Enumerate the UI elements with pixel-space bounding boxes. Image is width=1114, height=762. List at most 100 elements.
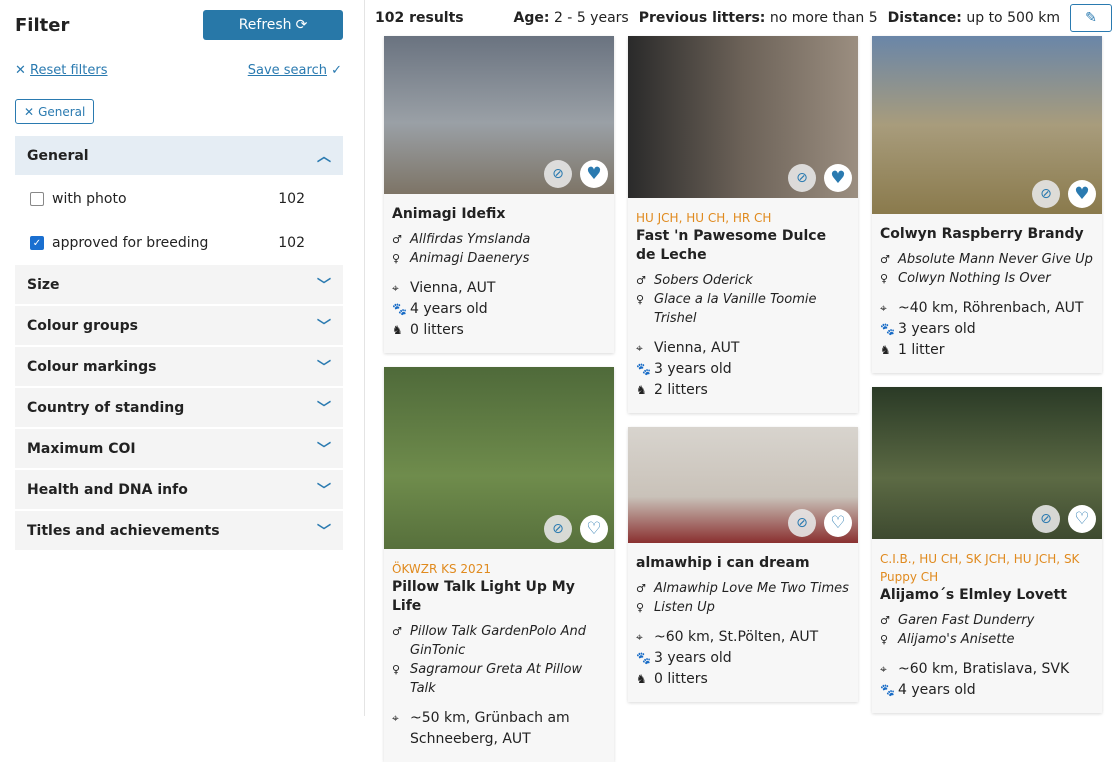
dog-card[interactable]: ⊘ ♡ ÖKWZR KS 2021 Pillow Talk Light Up My … xyxy=(384,367,614,762)
dam-icon: ♀ xyxy=(880,633,889,646)
hide-icon[interactable]: ⊘ xyxy=(544,160,572,188)
dog-card[interactable]: ⊘ ♥ Animagi Idefix ♂ Allfirdas Ymslanda ♀ A… xyxy=(384,36,614,353)
heart-outline-icon[interactable]: ♡ xyxy=(1068,505,1096,533)
option-count: 102 xyxy=(278,235,305,251)
chevron-down-icon: ﹀ xyxy=(317,318,331,335)
edit-criteria-button[interactable]: ✎ xyxy=(1070,4,1112,32)
filter-group-header[interactable]: Health and DNA info ﹀ xyxy=(15,470,343,509)
dog-name[interactable]: Animagi Idefix xyxy=(392,205,606,224)
dog-name[interactable]: Alijamo´s Elmley Lovett xyxy=(880,586,1094,605)
filter-title: Filter xyxy=(15,15,70,36)
location-pin-icon: ⌖ xyxy=(636,341,643,355)
paw-icon: 🐾 xyxy=(636,362,651,376)
group-label: Health and DNA info xyxy=(27,481,188,498)
criterion: Age: 2 - 5 years xyxy=(514,10,629,26)
hide-icon[interactable]: ⊘ xyxy=(1032,180,1060,208)
dog-name[interactable]: Fast 'n Pawesome Dulce de Leche xyxy=(636,227,850,265)
dog-photo[interactable]: ⊘ ♥ xyxy=(628,36,858,198)
dam-icon: ♀ xyxy=(392,252,401,265)
chevron-down-icon: ﹀ xyxy=(317,523,331,540)
active-filter-chip[interactable]: ✕ General xyxy=(15,99,95,124)
dam-name: Listen Up xyxy=(654,600,715,615)
criterion-key: Distance: xyxy=(887,10,962,26)
hide-icon[interactable]: ⊘ xyxy=(788,164,816,192)
paw-icon: 🐾 xyxy=(880,322,895,336)
criterion-value: up to 500 km xyxy=(966,10,1060,26)
save-search-link[interactable]: Save search ✓ xyxy=(248,63,342,78)
filter-group-header[interactable]: General ︿ xyxy=(15,136,343,175)
dog-photo[interactable]: ⊘ ♥ xyxy=(872,36,1102,214)
filter-group-header[interactable]: Country of standing ﹀ xyxy=(15,388,343,427)
paw-icon: 🐾 xyxy=(636,651,651,665)
filter-group-header[interactable]: Colour markings ﹀ xyxy=(15,347,343,386)
refresh-icon: ⟳ xyxy=(295,17,308,33)
results-column: ⊘ ♥ HU JCH, HU CH, HR CH Fast 'n Pawesome … xyxy=(628,36,858,702)
filter-option[interactable]: ✓ approved for breeding 102 xyxy=(15,221,343,265)
dog-name[interactable]: Pillow Talk Light Up My Life xyxy=(392,578,606,616)
dog-card[interactable]: ⊘ ♡ C.I.B., HU CH, SK JCH, HU JCH, SK Pup… xyxy=(872,387,1102,713)
dam-icon: ♀ xyxy=(392,663,401,676)
dog-photo[interactable]: ⊘ ♥ xyxy=(384,36,614,194)
group-label: Country of standing xyxy=(27,399,185,416)
filter-group-header[interactable]: Titles and achievements ﹀ xyxy=(15,511,343,550)
group-label: Colour markings xyxy=(27,358,157,375)
reset-filters-link[interactable]: ✕ Reset filters xyxy=(15,63,108,78)
sire-name: Allfirdas Ymslanda xyxy=(410,232,531,247)
checkbox[interactable] xyxy=(30,192,44,206)
group-label: Titles and achievements xyxy=(27,522,220,539)
criterion: Previous litters: no more than 5 xyxy=(639,10,878,26)
dog-photo[interactable]: ⊘ ♡ xyxy=(628,427,858,543)
dog-name[interactable]: Colwyn Raspberry Brandy xyxy=(880,225,1094,244)
hide-icon[interactable]: ⊘ xyxy=(1032,505,1060,533)
hide-icon[interactable]: ⊘ xyxy=(544,515,572,543)
group-label: General xyxy=(27,147,89,164)
dog-card[interactable]: ⊘ ♡ almawhip i can dream ♂ Almawhip Love M… xyxy=(628,427,858,702)
sire-icon: ♂ xyxy=(880,614,890,627)
filter-group-header[interactable]: Size ﹀ xyxy=(15,265,343,304)
heart-filled-icon[interactable]: ♥ xyxy=(580,160,608,188)
chevron-down-icon: ﹀ xyxy=(317,400,331,417)
heart-outline-icon[interactable]: ♡ xyxy=(580,515,608,543)
chevron-down-icon: ﹀ xyxy=(317,441,331,458)
option-label: with photo xyxy=(52,191,127,207)
dam-name: Animagi Daenerys xyxy=(410,251,530,266)
checkbox[interactable]: ✓ xyxy=(30,236,44,250)
criterion-value: 2 - 5 years xyxy=(553,10,629,26)
heart-outline-icon[interactable]: ♡ xyxy=(824,509,852,537)
pencil-icon: ✎ xyxy=(1085,10,1097,26)
heart-filled-icon[interactable]: ♥ xyxy=(824,164,852,192)
location: ~40 km, Röhrenbach, AUT xyxy=(898,300,1084,316)
location: ~60 km, Bratislava, SVK xyxy=(898,661,1070,677)
sire-name: Sobers Oderick xyxy=(654,273,753,288)
dog-name[interactable]: almawhip i can dream xyxy=(636,554,850,573)
refresh-button[interactable]: Refresh ⟳ xyxy=(203,10,343,40)
criteria-summary: Age: 2 - 5 years Previous litters: no mor… xyxy=(514,10,1060,26)
close-icon: ✕ xyxy=(24,104,35,119)
filter-groups: General ︿ with photo 102 ✓ approved for breed… xyxy=(15,136,343,552)
paw-icon: 🐾 xyxy=(392,302,407,316)
location: ~60 km, St.Pölten, AUT xyxy=(654,629,819,645)
sire-icon: ♂ xyxy=(392,625,402,638)
dog-card[interactable]: ⊘ ♥ Colwyn Raspberry Brandy ♂ Absolute Man… xyxy=(872,36,1102,373)
save-label: Save search xyxy=(247,63,327,78)
dog-photo[interactable]: ⊘ ♡ xyxy=(384,367,614,549)
group-label: Maximum COI xyxy=(27,440,136,457)
reset-label: Reset filters xyxy=(30,63,108,78)
chevron-up-icon: ︿ xyxy=(317,148,331,165)
criterion-value: no more than 5 xyxy=(769,10,878,26)
filter-group-header[interactable]: Maximum COI ﹀ xyxy=(15,429,343,468)
hide-icon[interactable]: ⊘ xyxy=(788,509,816,537)
sire-icon: ♂ xyxy=(880,253,890,266)
sire-icon: ♂ xyxy=(392,233,402,246)
filter-option[interactable]: with photo 102 xyxy=(15,177,343,221)
dog-card[interactable]: ⊘ ♥ HU JCH, HU CH, HR CH Fast 'n Pawesome … xyxy=(628,36,858,413)
dam-name: Glace a la Vanille Toomie Trishel xyxy=(654,292,817,326)
heart-filled-icon[interactable]: ♥ xyxy=(1068,180,1096,208)
filter-sidebar: Filter Refresh ⟳ ✕ Reset filters Save sea… xyxy=(0,0,365,716)
age: 3 years old xyxy=(898,321,976,337)
dam-icon: ♀ xyxy=(636,293,645,306)
dog-photo[interactable]: ⊘ ♡ xyxy=(872,387,1102,539)
results-header: 102 results Age: 2 - 5 years Previous lit… xyxy=(375,0,1114,36)
check-icon: ✓ xyxy=(326,63,342,78)
filter-group-header[interactable]: Colour groups ﹀ xyxy=(15,306,343,345)
